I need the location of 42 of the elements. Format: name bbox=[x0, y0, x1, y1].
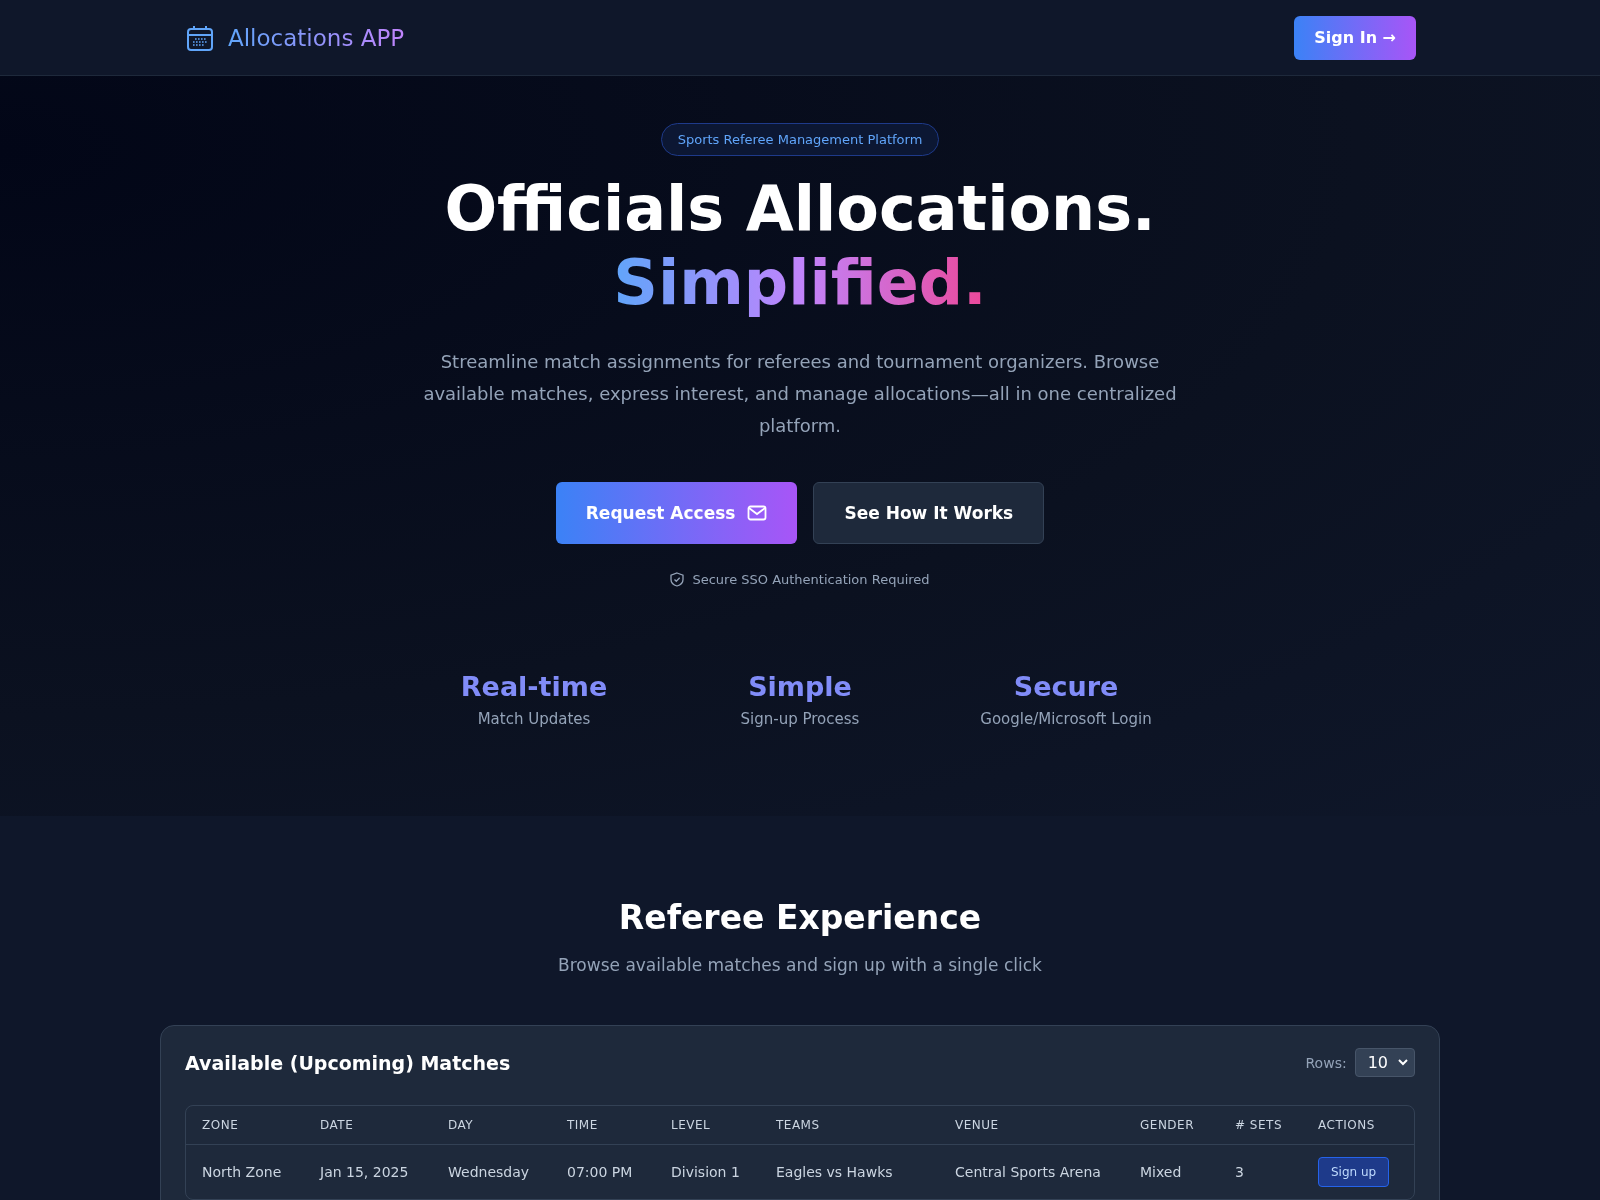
sign-up-button[interactable]: Sign up bbox=[1318, 1157, 1390, 1187]
stat-value: Secure bbox=[1013, 671, 1119, 702]
table-cell: Eagles vs Hawks bbox=[776, 1164, 893, 1180]
table-cell: Jan 15, 2025 bbox=[320, 1164, 409, 1180]
calendar-icon bbox=[186, 23, 214, 52]
see-how-it-works-button[interactable]: See How It Works bbox=[813, 482, 1045, 544]
mail-icon bbox=[747, 505, 768, 521]
stat-label: Google/Microsoft Login bbox=[980, 710, 1152, 728]
column-header: ACTIONS bbox=[1318, 1118, 1375, 1132]
security-note: Secure SSO Authentication Required bbox=[692, 572, 930, 587]
section-title: Referee Experience bbox=[618, 898, 982, 937]
rows-select[interactable]: 10 bbox=[1354, 1048, 1415, 1077]
column-header: TIME bbox=[567, 1118, 598, 1132]
stat-value: Real-time bbox=[460, 671, 608, 702]
column-header: DAY bbox=[448, 1118, 474, 1132]
rows-label: Rows: bbox=[1305, 1054, 1347, 1071]
column-header: ZONE bbox=[202, 1118, 239, 1132]
table-cell: Division 1 bbox=[671, 1164, 740, 1180]
stat-label: Match Updates bbox=[477, 710, 591, 728]
section-subtitle: Browse available matches and sign up with a single click bbox=[558, 955, 1042, 975]
chevron-down-icon bbox=[1398, 1059, 1408, 1066]
table-cell: Wednesday bbox=[448, 1164, 530, 1180]
column-header: LEVEL bbox=[671, 1118, 711, 1132]
table-cell: Central Sports Arena bbox=[955, 1164, 1101, 1180]
column-header: DATE bbox=[320, 1118, 354, 1132]
column-header: # SETS bbox=[1235, 1118, 1282, 1132]
stat-label: Sign-up Process bbox=[740, 710, 860, 728]
column-header: VENUE bbox=[955, 1118, 999, 1132]
table-cell: Mixed bbox=[1140, 1164, 1182, 1180]
shield-check-icon bbox=[670, 572, 685, 587]
table-cell: North Zone bbox=[202, 1164, 282, 1180]
sign-in-button[interactable]: Sign In → bbox=[1294, 15, 1416, 60]
request-access-button[interactable]: Request Access bbox=[555, 482, 798, 544]
stat-value: Simple bbox=[748, 671, 852, 702]
platform-badge: Sports Referee Management Platform bbox=[660, 123, 940, 156]
card-title: Available (Upcoming) Matches bbox=[185, 1051, 511, 1074]
hero-title: Officials Allocations. bbox=[444, 172, 1156, 246]
column-header: TEAMS bbox=[776, 1118, 820, 1132]
table-cell: 07:00 PM bbox=[567, 1164, 633, 1180]
hero-description: Streamline match assignments for referees and tournament organizers. Browse available matches, express interest, and manage allocations—all in one centralized platform. bbox=[422, 350, 1178, 438]
column-header: GENDER bbox=[1140, 1118, 1195, 1132]
table-cell: 3 bbox=[1235, 1164, 1244, 1180]
